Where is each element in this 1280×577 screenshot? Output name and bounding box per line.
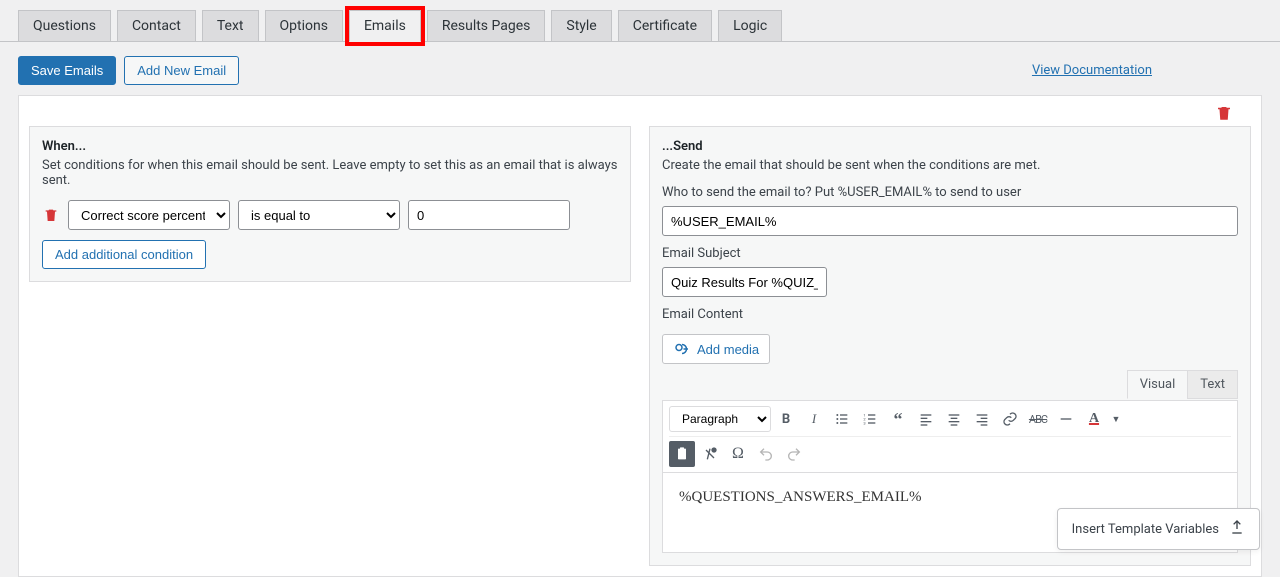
editor-tab-text[interactable]: Text [1187, 370, 1238, 399]
horizontal-rule-icon[interactable] [1053, 406, 1079, 432]
tab-contact[interactable]: Contact [117, 10, 196, 41]
condition-field-select[interactable]: Correct score percentage [68, 200, 230, 230]
editor-tab-visual[interactable]: Visual [1127, 370, 1189, 399]
when-panel: When... Set conditions for when this ema… [29, 126, 631, 282]
content-label: Email Content [662, 307, 1238, 322]
condition-row: Correct score percentage is equal to [42, 200, 618, 230]
add-media-button[interactable]: Add media [662, 334, 770, 364]
condition-value-input[interactable] [408, 200, 570, 230]
media-icon [673, 340, 691, 358]
to-label: Who to send the email to? Put %USER_EMAI… [662, 185, 1238, 200]
paragraph-select[interactable]: Paragraph [669, 406, 771, 432]
editor-toolbar: Paragraph B I 123 “ [662, 400, 1238, 473]
send-desc: Create the email that should be sent whe… [662, 158, 1238, 173]
bullet-list-icon[interactable] [829, 406, 855, 432]
link-icon[interactable] [997, 406, 1023, 432]
to-input[interactable] [662, 206, 1238, 236]
strikethrough-icon[interactable]: ABC [1025, 406, 1051, 432]
align-left-icon[interactable] [913, 406, 939, 432]
when-desc: Set conditions for when this email shoul… [42, 158, 618, 188]
view-documentation-link[interactable]: View Documentation [1032, 63, 1152, 78]
subject-label: Email Subject [662, 246, 1238, 261]
delete-condition-icon[interactable] [42, 207, 60, 223]
tab-options[interactable]: Options [265, 10, 343, 41]
blockquote-icon[interactable]: “ [885, 406, 911, 432]
tab-style[interactable]: Style [551, 10, 611, 41]
add-additional-condition-button[interactable]: Add additional condition [42, 240, 206, 269]
tab-certificate[interactable]: Certificate [618, 10, 712, 41]
condition-operator-select[interactable]: is equal to [238, 200, 400, 230]
tab-text[interactable]: Text [202, 10, 259, 41]
clear-formatting-icon[interactable] [697, 441, 723, 467]
tab-results-pages[interactable]: Results Pages [427, 10, 546, 41]
upload-icon [1229, 519, 1245, 539]
text-color-dropdown-icon[interactable]: ▼ [1109, 406, 1123, 432]
when-title: When... [42, 139, 618, 154]
add-new-email-button[interactable]: Add New Email [124, 56, 239, 85]
svg-text:3: 3 [863, 420, 865, 425]
send-title: ...Send [662, 139, 1238, 154]
align-right-icon[interactable] [969, 406, 995, 432]
tab-emails[interactable]: Emails [349, 10, 421, 42]
insert-template-variables-label: Insert Template Variables [1072, 522, 1219, 537]
save-emails-button[interactable]: Save Emails [18, 56, 116, 85]
redo-icon[interactable] [781, 441, 807, 467]
tab-questions[interactable]: Questions [18, 10, 111, 41]
editor-tabs: Visual Text [1128, 370, 1238, 399]
numbered-list-icon[interactable]: 123 [857, 406, 883, 432]
action-row: Save Emails Add New Email View Documenta… [0, 42, 1280, 95]
italic-icon[interactable]: I [801, 406, 827, 432]
align-center-icon[interactable] [941, 406, 967, 432]
tab-bar: Questions Contact Text Options Emails Re… [0, 0, 1280, 42]
undo-icon[interactable] [753, 441, 779, 467]
tab-logic[interactable]: Logic [718, 10, 782, 41]
insert-template-variables-button[interactable]: Insert Template Variables [1057, 508, 1260, 550]
special-character-icon[interactable]: Ω [725, 441, 751, 467]
paste-icon[interactable] [669, 441, 695, 467]
bold-icon[interactable]: B [773, 406, 799, 432]
subject-input[interactable] [662, 267, 827, 297]
email-card: When... Set conditions for when this ema… [18, 95, 1262, 577]
add-media-label: Add media [697, 342, 759, 357]
text-color-icon[interactable]: A [1081, 406, 1107, 432]
send-panel: ...Send Create the email that should be … [649, 126, 1251, 566]
delete-email-icon[interactable] [1215, 104, 1233, 126]
